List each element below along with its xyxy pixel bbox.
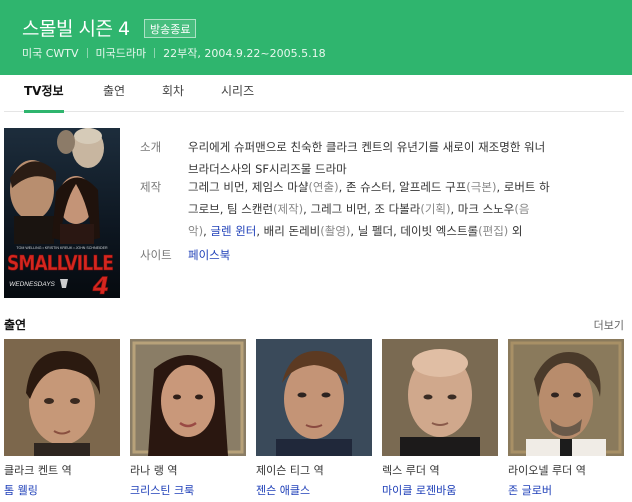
cast-card[interactable]: 제이슨 티그 역 젠슨 애클스 <box>256 339 372 497</box>
crew-role: 악) <box>188 224 204 238</box>
meta-line: 미국 CWTV 미국드라마 22부작, 2004.9.22~2005.5.18 <box>22 45 326 61</box>
production-line: 악), 글렌 윈터, 배리 돈레비(촬영), 닐 펠더, 데이빗 엑스트롤(편집… <box>188 220 620 242</box>
tab-series[interactable]: 시리즈 <box>221 75 254 112</box>
cast-actor-link[interactable]: 크리스틴 크룩 <box>130 482 194 498</box>
cast-photo-art <box>508 339 624 456</box>
cast-photo[interactable] <box>382 339 498 456</box>
meta-episodes: 22부작, 2004.9.22~2005.5.18 <box>163 47 326 60</box>
cast-photo-art <box>130 339 246 456</box>
crew-link[interactable]: 글렌 윈터 <box>210 224 256 238</box>
cast-role: 제이슨 티그 역 <box>256 464 324 477</box>
site-label: 사이트 <box>140 248 172 262</box>
divider <box>154 48 156 58</box>
tab-bar: TV정보 출연 회차 시리즈 <box>4 75 624 113</box>
crew-names: , 존 슈스터, 알프레드 구프 <box>338 180 467 194</box>
crew-names: 그레그 비먼, 제임스 마샬 <box>188 180 309 194</box>
cast-card[interactable]: 라나 랭 역 크리스틴 크룩 <box>130 339 246 497</box>
cast-actor-link[interactable]: 존 글로버 <box>508 482 552 498</box>
crew-names: 외 <box>508 224 523 238</box>
crew-names: , 닐 펠더, 데이빗 엑스트롤 <box>350 224 479 238</box>
production-line: 그레그 비먼, 제임스 마샬(연출), 존 슈스터, 알프레드 구프(극본), … <box>188 176 620 198</box>
meta-network: 미국 CWTV <box>22 47 79 60</box>
facebook-link[interactable]: 페이스북 <box>188 248 230 262</box>
crew-role: (연출) <box>308 180 339 194</box>
crew-role: (편집) <box>478 224 509 238</box>
poster-season-number: 4 <box>92 272 110 298</box>
cast-photo[interactable] <box>508 339 624 456</box>
cast-photo-art <box>256 339 372 456</box>
production-label: 제작 <box>140 180 162 194</box>
crew-role: (제작) <box>273 202 304 216</box>
cast-photo[interactable] <box>130 339 246 456</box>
poster-image[interactable]: TOM WELLING • KRISTIN KREUK • JOHN SCHNE… <box>4 128 120 298</box>
tab-episodes[interactable]: 회차 <box>162 75 184 112</box>
cast-heading: 출연 <box>4 318 27 332</box>
meta-genre: 미국드라마 <box>95 47 147 60</box>
crew-names: 그로브, 팀 스캔런 <box>188 202 274 216</box>
more-link[interactable]: 더보기 <box>594 317 624 333</box>
cast-role: 라이오넬 루더 역 <box>508 464 586 477</box>
cast-card[interactable]: 렉스 루더 역 마이클 로젠바움 <box>382 339 498 497</box>
cast-card[interactable]: 클라크 켄트 역 톰 웰링 <box>4 339 120 497</box>
synopsis-text: 우리에게 슈퍼맨으로 친숙한 클라크 켄트의 유년기를 새로이 재조명한 워너 … <box>188 136 620 180</box>
crew-role: (음 <box>514 202 530 216</box>
crew-role: (기획) <box>420 202 451 216</box>
cast-actor-link[interactable]: 톰 웰링 <box>4 482 38 498</box>
page-title[interactable]: 스몰빌 시즌 4 <box>22 14 130 41</box>
production-credits: 그레그 비먼, 제임스 마샬(연출), 존 슈스터, 알프레드 구프(극본), … <box>188 176 620 242</box>
cast-actor-link[interactable]: 마이클 로젠바움 <box>382 482 456 498</box>
poster-credits: TOM WELLING • KRISTIN KREUK • JOHN SCHNE… <box>16 246 108 250</box>
synopsis-label: 소개 <box>140 140 162 154</box>
crew-names: , 로버트 하 <box>496 180 550 194</box>
poster-tagline: WEDNESDAYS <box>9 281 55 288</box>
crew-names: , 배리 돈레비 <box>256 224 321 238</box>
title-header: 스몰빌 시즌 4 방송종료 미국 CWTV 미국드라마 22부작, 2004.9.2… <box>0 0 632 75</box>
synopsis-line: 우리에게 슈퍼맨으로 친숙한 클라크 켄트의 유년기를 새로이 재조명한 워너 <box>188 140 546 154</box>
cast-photo[interactable] <box>4 339 120 456</box>
production-line: 그로브, 팀 스캔런(제작), 그레그 비먼, 조 다볼라(기획), 마크 스노… <box>188 198 620 220</box>
cast-photo[interactable] <box>256 339 372 456</box>
tab-cast[interactable]: 출연 <box>103 75 125 112</box>
crew-role: (촬영) <box>320 224 351 238</box>
cast-photo-art <box>382 339 498 456</box>
cast-role: 라나 랭 역 <box>130 464 178 477</box>
status-badge: 방송종료 <box>144 19 197 38</box>
cast-role: 렉스 루더 역 <box>382 464 440 477</box>
crew-names: , 마크 스노우 <box>450 202 515 216</box>
cast-photo-art <box>4 339 120 456</box>
cast-actor-link[interactable]: 젠슨 애클스 <box>256 482 310 498</box>
divider <box>86 48 88 58</box>
crew-names: , 그레그 비먼, 조 다볼라 <box>303 202 421 216</box>
tab-tv-info[interactable]: TV정보 <box>24 75 64 113</box>
cast-role: 클라크 켄트 역 <box>4 464 72 477</box>
cast-card[interactable]: 라이오넬 루더 역 존 글로버 <box>508 339 624 497</box>
crew-role: (극본) <box>466 180 497 194</box>
poster-art: TOM WELLING • KRISTIN KREUK • JOHN SCHNE… <box>4 128 120 298</box>
